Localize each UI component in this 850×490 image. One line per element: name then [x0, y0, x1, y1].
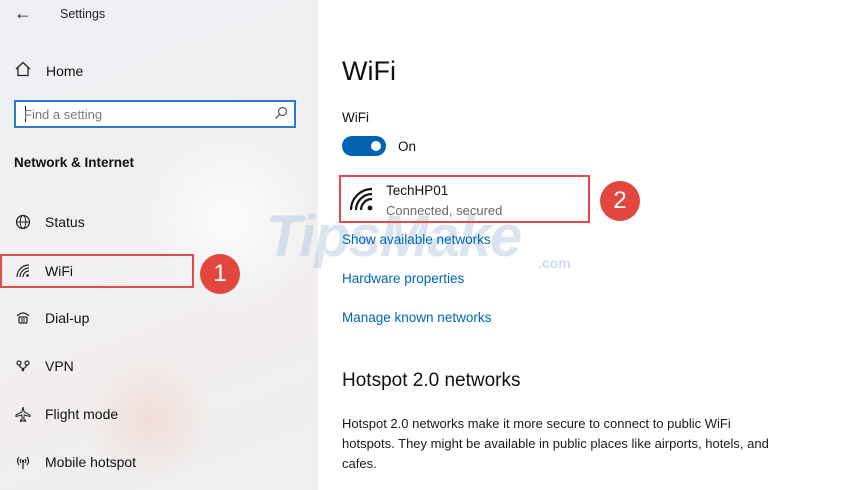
titlebar: ← Settings [0, 0, 318, 30]
sidebar-item-label: Mobile hotspot [45, 454, 137, 470]
manage-known-networks-link[interactable]: Manage known networks [342, 310, 491, 325]
sidebar-item-flight-mode[interactable]: Flight mode [14, 402, 118, 426]
network-status: Connected, secured [386, 203, 503, 218]
search-input[interactable]: Find a setting [14, 100, 296, 128]
airplane-icon [14, 405, 32, 423]
network-name: TechHP01 [386, 183, 449, 198]
sidebar-item-label: Status [45, 214, 85, 230]
sidebar-item-label: Flight mode [45, 406, 119, 422]
home-icon [14, 60, 34, 82]
toggle-knob [371, 141, 381, 151]
wifi-toggle[interactable] [342, 136, 386, 156]
sidebar-item-label: Dial-up [45, 310, 90, 326]
annotation-badge-2: 2 [600, 181, 640, 221]
back-arrow-icon[interactable]: ← [14, 3, 32, 24]
page-title: WiFi [342, 56, 396, 86]
dialup-icon [14, 309, 32, 327]
home-nav-item[interactable]: Home [14, 60, 83, 82]
wifi-toggle-label: WiFi [342, 110, 369, 125]
toggle-state-label: On [398, 139, 417, 154]
hotspot-icon [14, 453, 32, 471]
hardware-properties-link[interactable]: Hardware properties [342, 271, 464, 286]
watermark-suffix: .com [538, 255, 571, 271]
sidebar-item-vpn[interactable]: VPN [14, 354, 74, 378]
sidebar-item-dialup[interactable]: Dial-up [14, 306, 89, 330]
sidebar-item-label: VPN [45, 358, 74, 374]
section-title: Network & Internet [14, 155, 135, 170]
home-label: Home [46, 63, 84, 79]
sidebar-item-status[interactable]: Status [14, 210, 85, 234]
hotspot-description: Hotspot 2.0 networks make it more secure… [342, 416, 769, 471]
search-icon[interactable] [274, 106, 288, 120]
app-title: Settings [60, 7, 106, 21]
hotspot-section-title: Hotspot 2.0 networks [342, 370, 521, 391]
globe-icon [14, 213, 32, 231]
show-available-networks-link[interactable]: Show available networks [342, 232, 491, 247]
vpn-icon [14, 357, 32, 375]
sidebar-item-mobile-hotspot[interactable]: Mobile hotspot [14, 450, 136, 474]
network-item-techhp01[interactable]: TechHP01 Connected, secured [339, 175, 590, 223]
annotation-badge-1: 1 [200, 254, 240, 294]
search-placeholder: Find a setting [24, 107, 103, 122]
highlight-box-wifi [0, 254, 194, 288]
wifi-signal-icon [349, 187, 373, 211]
